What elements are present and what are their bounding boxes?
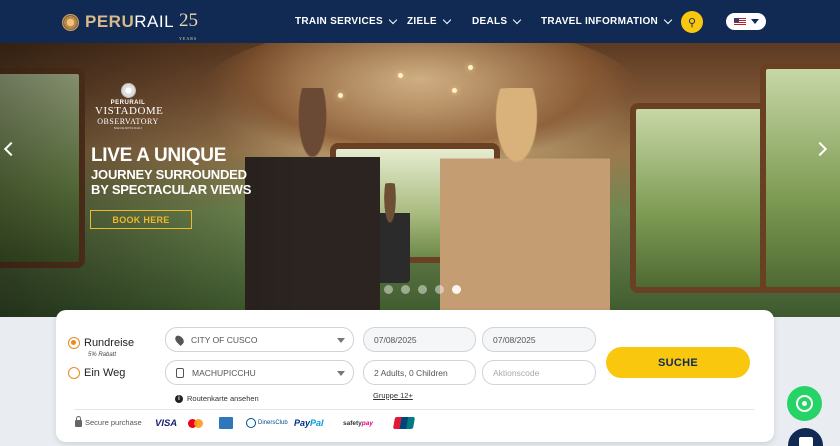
booking-panel: Rundreise 5% Rabatt Ein Weg CITY OF CUSC… [56,310,774,442]
safetypay-logo: safety pay [343,416,373,430]
safety-word-a: safety [343,419,362,427]
hero-background [760,63,840,293]
carousel-dots [384,285,461,294]
nav-deals[interactable]: DEALS [472,0,522,43]
carousel-dot[interactable] [384,285,393,294]
anniversary-badge: 25 YEARS [179,10,198,41]
carousel-dot[interactable] [435,285,444,294]
trip-type-oneway[interactable]: Ein Weg [68,367,125,379]
info-icon: i [175,394,183,403]
chevron-down-icon [442,15,452,24]
diners-club-logo: DinersClub [246,416,288,430]
unionpay-logo [392,417,416,429]
chevron-down-icon [663,15,673,24]
origin-value: CITY OF CUSCO [191,334,258,345]
chat-bubble-icon [798,437,813,446]
language-selector[interactable] [726,13,766,30]
nav-label: TRAIN SERVICES [295,16,383,27]
hero-background [452,88,457,93]
search-button[interactable]: SUCHE [606,347,750,378]
amex-logo [219,417,233,429]
nav-ziele[interactable]: ZIELE [407,0,452,43]
perurail-logo[interactable]: PERURAIL [62,12,174,32]
lock-icon [75,416,82,427]
hero-background [398,73,403,78]
route-map-label: Routenkarte ansehen [187,394,259,403]
train-icon [176,367,184,378]
nav-label: ZIELE [407,16,437,27]
promo-code-placeholder: Aktionscode [493,367,540,378]
hero-headline: LIVE A UNIQUE JOURNEY SURROUNDED BY SPEC… [91,145,251,197]
nav-label: DEALS [472,16,508,27]
hero-background [468,65,473,70]
whatsapp-button[interactable] [787,386,822,421]
nav-train-services[interactable]: TRAIN SERVICES [295,0,398,43]
caret-down-icon [750,19,759,24]
divider [74,409,754,410]
logo-word-rail: RAIL [134,12,175,31]
brand-name: VISTADOME [95,105,164,117]
headline-line-2: JOURNEY SURROUNDED [91,167,247,182]
hero-photo [440,88,610,317]
diners-club-icon [246,418,256,428]
sun-logo-icon [120,83,136,98]
passengers-field[interactable]: 2 Adults, 0 Children [363,360,476,385]
destination-value: MACHUPICCHU [192,367,256,378]
location-pin-icon [173,333,186,346]
group-booking-link[interactable]: Gruppe 12+ [373,391,413,400]
headline-line-1: LIVE A UNIQUE [91,145,227,166]
radio-unselected-icon [68,367,80,379]
carousel-dot[interactable] [401,285,410,294]
outbound-date-value: 07/08/2025 [374,334,417,345]
cart-button[interactable]: ⚲ [681,11,703,33]
mastercard-logo [188,416,206,430]
radio-selected-icon [68,337,80,349]
top-nav-bar: PERURAIL 25 YEARS TRAIN SERVICES ZIELE D… [0,0,840,43]
hero-carousel: PERURAIL VISTADOME OBSERVATORY MACHUPICC… [0,43,840,317]
nav-label: TRAVEL INFORMATION [541,16,659,27]
chevron-down-icon [513,15,522,24]
secure-label: Secure purchase [85,418,142,427]
headline-line-3: BY SPECTACULAR VIEWS [91,182,252,197]
safety-word-b: pay [361,419,373,427]
carousel-dot-active[interactable] [452,285,461,294]
route-map-link[interactable]: i Routenkarte ansehen [175,394,259,403]
brand-sub: OBSERVATORY [97,117,159,126]
caret-down-icon [337,338,345,343]
whatsapp-icon [796,395,813,412]
nav-travel-information[interactable]: TRAVEL INFORMATION [541,0,673,43]
trip-type-roundtrip[interactable]: Rundreise [68,337,134,349]
paypal-logo: Pay Pal [294,416,324,430]
paypal-word-b: Pal [310,418,324,428]
caret-down-icon [337,371,345,376]
passengers-value: 2 Adults, 0 Children [374,367,448,378]
trip-type-label: Ein Weg [84,367,126,379]
return-date-value: 07/08/2025 [493,334,536,345]
origin-select[interactable]: CITY OF CUSCO [165,327,354,352]
return-date-field[interactable]: 07/08/2025 [482,327,596,352]
promo-code-input[interactable]: Aktionscode [482,360,596,385]
roundtrip-discount-note: 5% Rabatt [88,352,117,358]
trip-type-label: Rundreise [84,337,135,349]
sun-logo-icon [62,13,79,31]
secure-purchase: Secure purchase [75,416,142,427]
paypal-word-a: Pay [294,418,311,428]
brand-tag: MACHUPICCHU [114,126,142,130]
destination-select[interactable]: MACHUPICCHU [165,360,354,385]
vistadome-brand-mark: PERURAIL VISTADOME OBSERVATORY MACHUPICC… [95,83,164,130]
hero-background [630,103,770,293]
anniversary-number: 25 [179,10,198,31]
chevron-down-icon [388,15,398,24]
logo-word-peru: PERU [85,12,135,31]
visa-logo: VISA [155,417,178,429]
book-here-button[interactable]: BOOK HERE [90,210,192,229]
diners-label: DinersClub [258,420,288,426]
carousel-dot[interactable] [418,285,427,294]
chat-button[interactable] [788,428,823,446]
us-flag-icon [733,17,746,26]
outbound-date-field[interactable]: 07/08/2025 [363,327,476,352]
cart-icon: ⚲ [687,16,697,29]
